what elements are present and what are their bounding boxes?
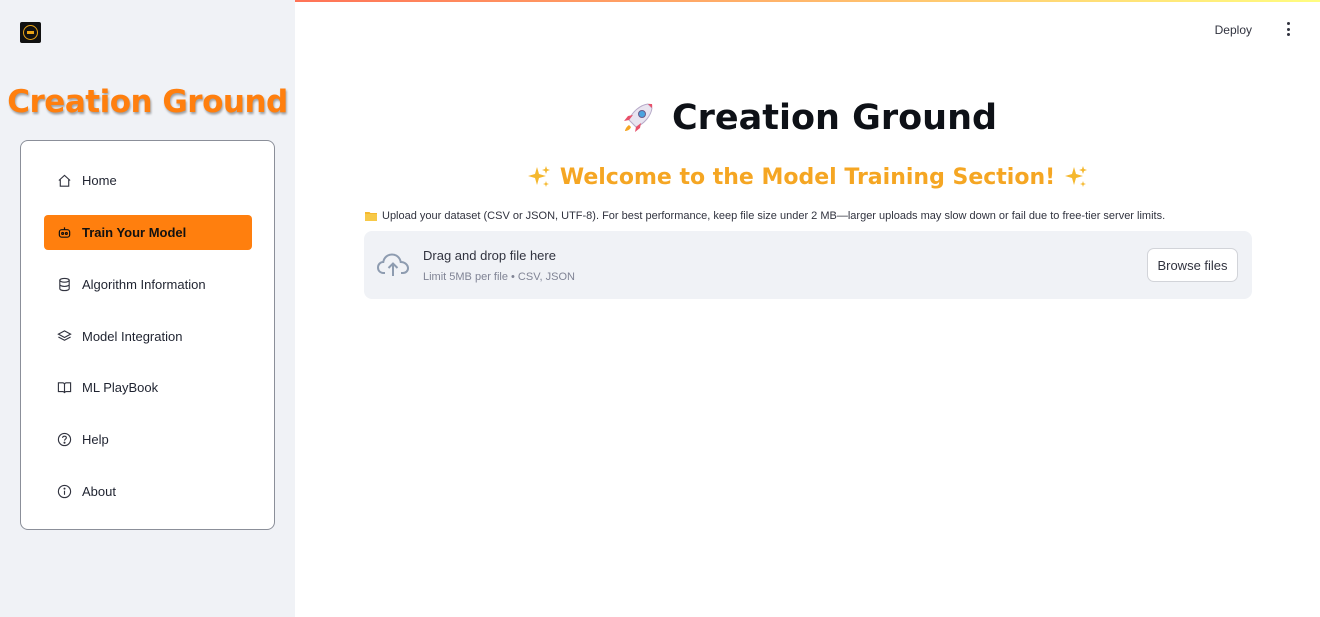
main-content: Deploy Creation Ground Welcome to the Mo…	[295, 0, 1320, 617]
sidebar-item-label: Home	[82, 173, 117, 188]
sparkles-icon	[1065, 166, 1088, 187]
layers-icon	[57, 330, 72, 341]
sidebar-item-label: Algorithm Information	[82, 277, 206, 292]
rocket-icon	[623, 103, 653, 132]
sidebar-item-train-your-model[interactable]: Train Your Model	[44, 215, 252, 250]
sidebar-item-ml-playbook[interactable]: ML PlayBook	[44, 370, 252, 405]
page-title-row: Creation Ground	[295, 98, 1320, 138]
sidebar-item-about[interactable]: About	[44, 474, 252, 509]
sidebar: Creation Ground Home Train Your Model Al…	[0, 0, 295, 617]
sidebar-item-label: Train Your Model	[82, 225, 187, 240]
app-logo-icon	[20, 22, 41, 43]
sidebar-brand-title: Creation Ground	[7, 84, 288, 120]
deploy-button[interactable]: Deploy	[1215, 23, 1252, 37]
dropzone-limit-text: Limit 5MB per file • CSV, JSON	[423, 271, 575, 283]
info-circle-icon	[57, 484, 72, 499]
welcome-heading: Welcome to the Model Training Section!	[559, 164, 1056, 190]
folder-icon	[365, 212, 377, 221]
sidebar-item-label: ML PlayBook	[82, 380, 159, 395]
sidebar-item-label: Help	[82, 432, 109, 447]
sidebar-item-model-integration[interactable]: Model Integration	[44, 319, 252, 354]
home-icon	[58, 174, 71, 187]
sidebar-menu: Home Train Your Model Algorithm Informat…	[20, 140, 275, 530]
browse-files-button[interactable]: Browse files	[1147, 248, 1238, 282]
page-title: Creation Ground	[671, 98, 998, 138]
robot-icon	[58, 227, 71, 238]
file-dropzone[interactable]: Drag and drop file here Limit 5MB per fi…	[364, 231, 1252, 299]
database-icon	[59, 277, 70, 292]
welcome-row: Welcome to the Model Training Section!	[295, 164, 1320, 190]
sidebar-item-help[interactable]: Help	[44, 422, 252, 457]
sidebar-item-home[interactable]: Home	[44, 163, 252, 198]
upload-instructions: Upload your dataset (CSV or JSON, UTF-8)…	[365, 210, 1165, 222]
sparkles-icon	[527, 166, 550, 187]
main-menu-kebab-icon[interactable]	[1283, 22, 1293, 38]
sidebar-item-label: Model Integration	[82, 329, 183, 344]
question-circle-icon	[57, 432, 72, 447]
upload-instructions-text: Upload your dataset (CSV or JSON, UTF-8)…	[382, 210, 1166, 222]
cloud-upload-icon	[376, 253, 410, 276]
sidebar-item-algorithm-information[interactable]: Algorithm Information	[44, 267, 252, 302]
dropzone-instruction: Drag and drop file here	[423, 248, 556, 263]
sidebar-item-label: About	[82, 484, 116, 499]
book-icon	[57, 382, 72, 394]
